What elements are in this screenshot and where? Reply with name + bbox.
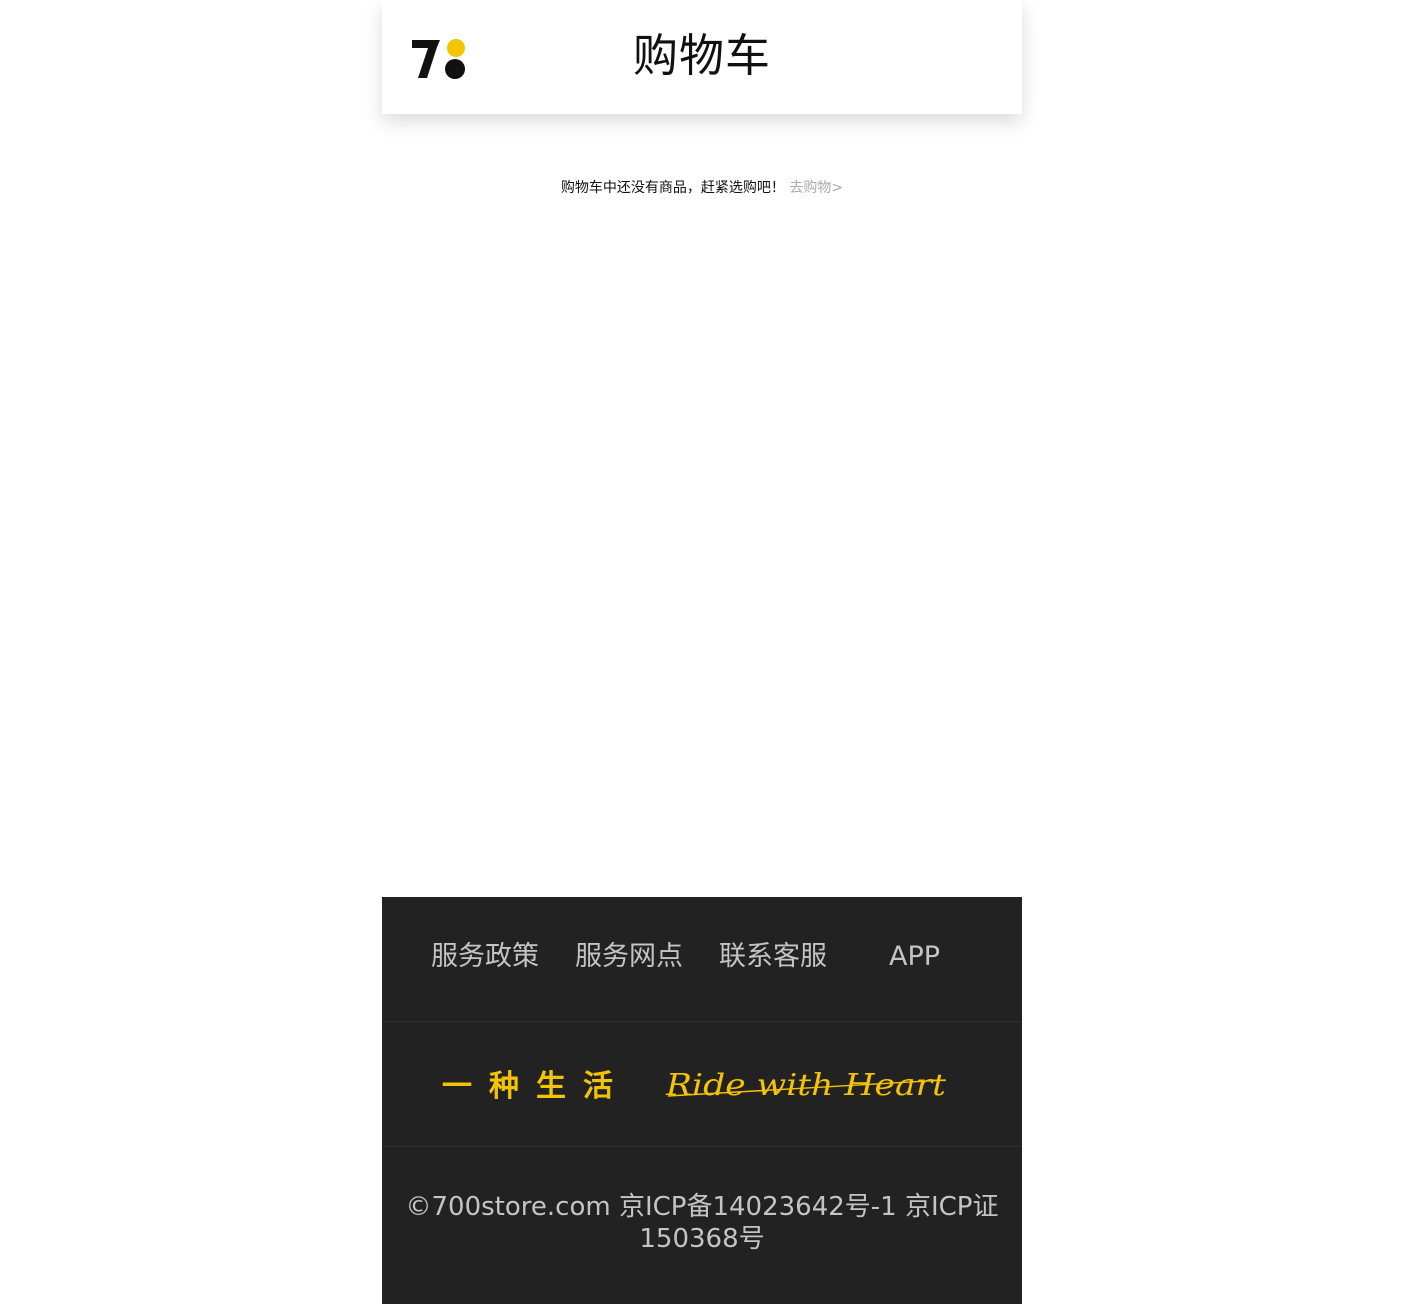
empty-cart-text: 购物车中还没有商品，赶紧选购吧！	[560, 180, 785, 196]
footer-nav: 服务政策 服务网点 联系客服 APP	[382, 897, 1022, 1022]
slogan-banner: 一种生活 Ride with Heart	[382, 1022, 1022, 1147]
slogan-cn: 一种生活	[442, 1069, 630, 1104]
slogan-graphic: 一种生活 Ride with Heart	[442, 1068, 947, 1104]
empty-cart-message: 购物车中还没有商品，赶紧选购吧！ 去购物>	[382, 176, 1022, 200]
page-title: 购物车	[632, 29, 771, 82]
go-shopping-link[interactable]: 去购物>	[789, 180, 843, 196]
footer: 服务政策 服务网点 联系客服 APP 一种生活 Ride with Heart …	[382, 897, 1022, 1304]
footer-link-app[interactable]: APP	[889, 937, 940, 977]
main-column: 购物车 购物车中还没有商品，赶紧选购吧！ 去购物> 服务政策 服务网点 联系客服…	[382, 0, 1022, 1304]
header: 购物车	[382, 0, 1022, 114]
footer-link-service-policy[interactable]: 服务政策	[431, 937, 539, 977]
slogan-en: Ride with Heart	[665, 1068, 947, 1103]
page: 购物车 购物车中还没有商品，赶紧选购吧！ 去购物> 服务政策 服务网点 联系客服…	[0, 0, 1404, 1304]
footer-link-service-outlets[interactable]: 服务网点	[575, 937, 683, 977]
footer-link-contact-support[interactable]: 联系客服	[719, 937, 827, 977]
copyright-text: ©700store.com 京ICP备14023642号-1 京ICP证1503…	[405, 1192, 999, 1254]
